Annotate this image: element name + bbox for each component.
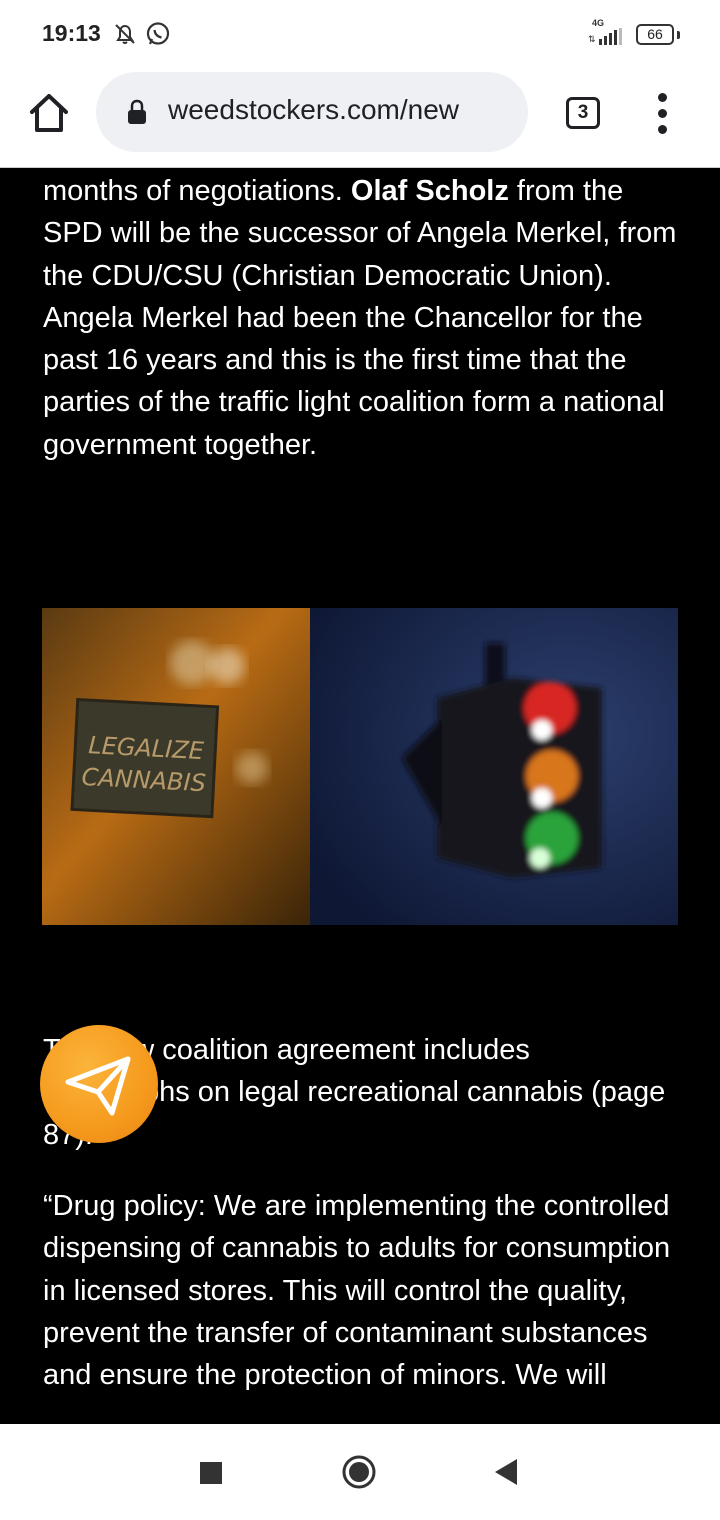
paper-plane-icon <box>65 1056 131 1116</box>
article-content: months of negotiations. Olaf Scholz from… <box>0 168 720 1424</box>
tabs-icon[interactable]: 3 <box>566 97 600 129</box>
network-type: 4G <box>592 18 605 28</box>
browser-toolbar: weedstockers.com/new 3 <box>0 68 720 168</box>
legalize-cannabis-traffic-light-image: LEGALIZE CANNABIS <box>42 608 678 925</box>
url-text[interactable]: weedstockers.com/new <box>168 94 513 126</box>
battery-icon: 66 <box>636 24 674 45</box>
recents-square-icon[interactable] <box>200 1462 222 1484</box>
whatsapp-icon <box>146 22 170 45</box>
more-vert-icon[interactable] <box>650 90 674 140</box>
system-nav-bar <box>0 1424 720 1520</box>
back-triangle-icon[interactable] <box>493 1457 519 1487</box>
lock-icon <box>128 99 146 124</box>
paragraph-text: from the SPD will be the successor of An… <box>43 175 677 461</box>
silent-bell-icon <box>115 24 135 44</box>
article-paragraph-1: months of negotiations. Olaf Scholz from… <box>43 170 683 466</box>
name-olaf-scholz: Olaf Scholz <box>350 175 509 207</box>
paragraph-text: months of negotiations. <box>43 175 351 207</box>
telegram-share-button[interactable] <box>40 1025 158 1143</box>
status-time: 19:13 <box>42 20 101 46</box>
status-bar: 19:13 4G ⇅ 66 <box>0 0 720 68</box>
address-bar[interactable]: weedstockers.com/new <box>96 72 528 152</box>
signal-icon: ⇅ <box>588 28 622 45</box>
svg-text:⇅: ⇅ <box>588 35 596 45</box>
battery-tip <box>677 31 680 39</box>
home-circle-icon[interactable] <box>341 1454 377 1490</box>
home-icon[interactable] <box>26 90 72 136</box>
article-paragraph-3: “Drug policy: We are implementing the co… <box>43 1190 671 1392</box>
